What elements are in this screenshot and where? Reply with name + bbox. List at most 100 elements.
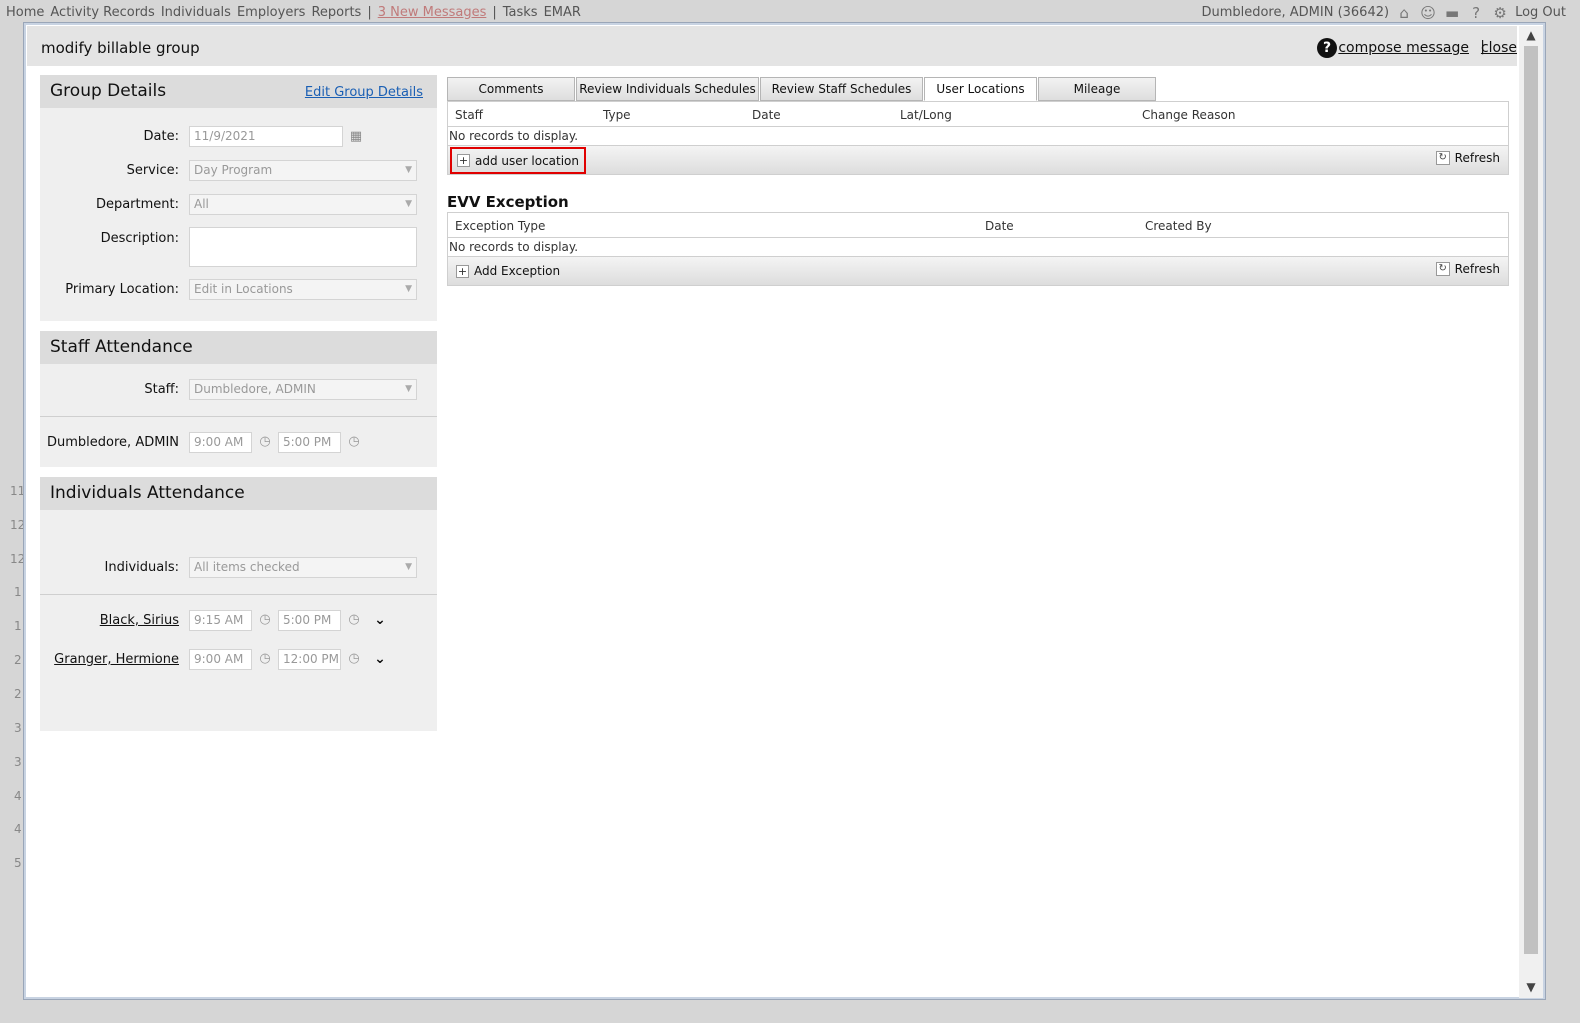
- column-header-staff[interactable]: Staff: [455, 108, 483, 122]
- dialog-header: modify billable group ? compose message …: [27, 26, 1517, 66]
- evv-exception-grid-toolbar: + Add Exception ↻ Refresh: [448, 257, 1508, 285]
- add-exception-button[interactable]: + Add Exception: [452, 260, 566, 282]
- primary-location-row: Primary Location: Edit in Locations ▼: [40, 278, 437, 302]
- home-icon[interactable]: ⌂: [1395, 4, 1413, 22]
- nav-employers[interactable]: Employers: [237, 5, 306, 20]
- column-header-created-by[interactable]: Created By: [1145, 219, 1212, 233]
- tab-comments[interactable]: Comments: [447, 77, 575, 101]
- nav-tasks[interactable]: Tasks: [503, 5, 538, 20]
- department-select[interactable]: All ▼: [189, 194, 417, 215]
- individual-start-time-input[interactable]: 9:15 AM: [189, 610, 252, 631]
- logout-link[interactable]: Log Out: [1515, 5, 1566, 20]
- chevron-down-icon: ▼: [405, 284, 412, 294]
- people-icon[interactable]: ☺: [1419, 4, 1437, 22]
- individual-attendance-row: Granger, Hermione 9:00 AM ◷ 12:00 PM ◷ ⌄: [40, 648, 437, 672]
- column-header-date[interactable]: Date: [752, 108, 781, 122]
- individuals-attendance-heading: Individuals Attendance: [40, 477, 437, 510]
- department-value: All: [194, 197, 209, 211]
- tab-mileage[interactable]: Mileage: [1038, 77, 1156, 101]
- chevron-down-icon: ▼: [405, 165, 412, 175]
- date-input[interactable]: 11/9/2021: [189, 126, 343, 147]
- help-icon[interactable]: ?: [1317, 38, 1337, 58]
- staff-name: Dumbledore, ADMIN: [47, 435, 179, 450]
- detail-tabs: Comments Review Individuals Schedules Re…: [447, 77, 1157, 101]
- edit-group-details-link[interactable]: Edit Group Details: [305, 76, 423, 109]
- individual-name-link[interactable]: Granger, Hermione: [54, 652, 179, 667]
- nav-emar[interactable]: EMAR: [544, 5, 581, 20]
- refresh-button[interactable]: ↻ Refresh: [1435, 151, 1500, 165]
- background-row-label: 5: [14, 856, 22, 870]
- nav-activity-records[interactable]: Activity Records: [50, 5, 154, 20]
- plus-icon: +: [457, 154, 470, 167]
- individual-name-link[interactable]: Black, Sirius: [100, 613, 179, 628]
- nav-individuals[interactable]: Individuals: [161, 5, 231, 20]
- clock-icon[interactable]: ◷: [346, 651, 362, 667]
- clock-icon[interactable]: ◷: [257, 612, 273, 628]
- evv-exception-title: EVV Exception: [447, 193, 569, 211]
- close-link[interactable]: close: [1481, 40, 1517, 56]
- primary-location-select[interactable]: Edit in Locations ▼: [189, 279, 417, 300]
- clock-icon[interactable]: ◷: [346, 434, 362, 450]
- nav-separator: |: [367, 4, 372, 20]
- description-textarea[interactable]: [189, 227, 417, 267]
- column-header-exception-type[interactable]: Exception Type: [455, 219, 545, 233]
- date-label: Date:: [143, 129, 179, 144]
- staff-divider: [40, 416, 437, 417]
- tab-review-individuals-schedules[interactable]: Review Individuals Schedules: [576, 77, 759, 101]
- scroll-up-arrow-icon[interactable]: ▲: [1519, 28, 1543, 44]
- column-header-change-reason[interactable]: Change Reason: [1142, 108, 1236, 122]
- folder-icon[interactable]: ▬: [1443, 4, 1461, 22]
- tab-user-locations[interactable]: User Locations: [924, 77, 1037, 101]
- individuals-attendance-panel: Individuals Attendance Individuals: All …: [40, 477, 437, 731]
- staff-start-time-input[interactable]: 9:00 AM: [189, 432, 252, 453]
- department-row: Department: All ▼: [40, 193, 437, 217]
- refresh-icon: ↻: [1435, 262, 1450, 276]
- individual-end-time-input[interactable]: 5:00 PM: [278, 610, 341, 631]
- chevron-down-icon: ▼: [405, 562, 412, 572]
- gear-icon[interactable]: ⚙: [1491, 4, 1509, 22]
- service-select[interactable]: Day Program ▼: [189, 160, 417, 181]
- nav-reports[interactable]: Reports: [311, 5, 361, 20]
- help-icon[interactable]: ?: [1467, 4, 1485, 22]
- staff-select[interactable]: Dumbledore, ADMIN ▼: [189, 379, 417, 400]
- clock-icon[interactable]: ◷: [257, 434, 273, 450]
- clock-icon[interactable]: ◷: [257, 651, 273, 667]
- no-records-message: No records to display.: [448, 238, 1508, 257]
- calendar-icon[interactable]: ▦: [348, 129, 364, 145]
- chevron-down-icon: ▼: [405, 384, 412, 394]
- service-row: Service: Day Program ▼: [40, 159, 437, 183]
- staff-attendance-row: Dumbledore, ADMIN 9:00 AM ◷ 5:00 PM ◷: [40, 431, 437, 455]
- background-row-label: 2: [14, 687, 22, 701]
- group-details-panel: Group Details Edit Group Details Date: 1…: [40, 75, 437, 321]
- individual-end-time-input[interactable]: 12:00 PM: [278, 649, 341, 670]
- refresh-label: Refresh: [1454, 262, 1500, 276]
- clock-icon[interactable]: ◷: [346, 612, 362, 628]
- nav-separator: |: [492, 4, 497, 20]
- user-locations-grid: Staff Type Date Lat/Long Change Reason N…: [447, 101, 1509, 175]
- column-header-lat-long[interactable]: Lat/Long: [900, 108, 952, 122]
- dialog-scrollbar[interactable]: ▲ ▼: [1519, 26, 1543, 998]
- column-header-date[interactable]: Date: [985, 219, 1014, 233]
- individual-start-time-input[interactable]: 9:00 AM: [189, 649, 252, 670]
- user-locations-grid-header: Staff Type Date Lat/Long Change Reason: [448, 102, 1508, 127]
- individuals-select[interactable]: All items checked ▼: [189, 557, 417, 578]
- user-name: Dumbledore, ADMIN (36642): [1201, 4, 1390, 20]
- column-header-type[interactable]: Type: [603, 108, 631, 122]
- user-locations-grid-toolbar: + add user location ↻ Refresh: [448, 146, 1508, 174]
- scroll-thumb[interactable]: [1524, 46, 1538, 954]
- add-user-location-button[interactable]: + add user location: [450, 147, 587, 174]
- nav-home[interactable]: Home: [6, 5, 44, 20]
- no-records-message: No records to display.: [448, 127, 1508, 146]
- modify-billable-group-dialog: modify billable group ? compose message …: [23, 22, 1546, 1000]
- group-details-title: Group Details: [50, 81, 167, 101]
- description-label: Description:: [100, 231, 179, 246]
- chevron-down-icon[interactable]: ⌄: [372, 651, 388, 667]
- nav-new-messages[interactable]: 3 New Messages: [378, 5, 487, 20]
- compose-message-link[interactable]: compose message: [1338, 40, 1469, 56]
- refresh-button[interactable]: ↻ Refresh: [1435, 262, 1500, 276]
- background-row-label: 3: [14, 755, 22, 769]
- chevron-down-icon[interactable]: ⌄: [372, 612, 388, 628]
- scroll-down-arrow-icon[interactable]: ▼: [1519, 980, 1543, 996]
- tab-review-staff-schedules[interactable]: Review Staff Schedules: [760, 77, 923, 101]
- staff-end-time-input[interactable]: 5:00 PM: [278, 432, 341, 453]
